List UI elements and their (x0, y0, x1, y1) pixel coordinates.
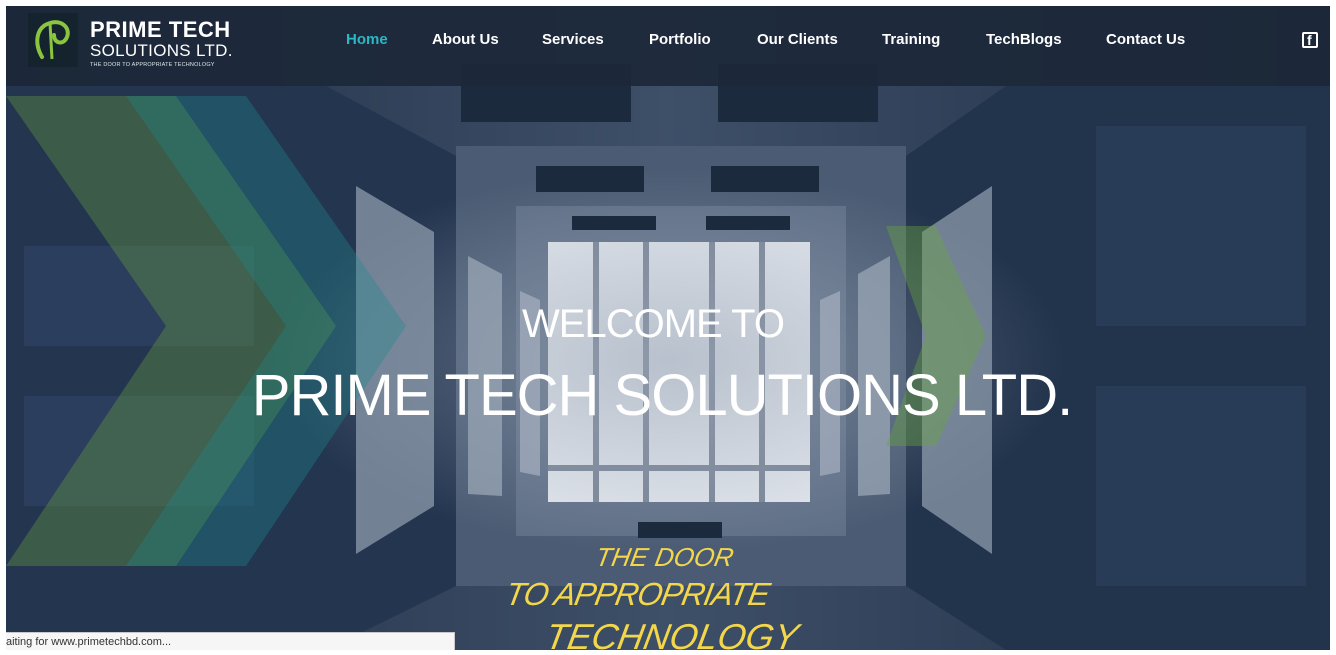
nav-item-portfolio[interactable]: Portfolio (649, 31, 711, 48)
nav-item-contact-us[interactable]: Contact Us (1106, 31, 1185, 48)
company-logo[interactable]: PRIME TECH SOLUTIONS LTD. THE DOOR TO AP… (28, 13, 238, 68)
logo-line2: SOLUTIONS LTD. (90, 41, 233, 60)
facebook-glyph: f (1307, 32, 1312, 48)
nav-item-services[interactable]: Services (542, 31, 604, 48)
nav-item-about-us[interactable]: About Us (432, 31, 499, 48)
hero-welcome-line2: PRIME TECH SOLUTIONS LTD. (251, 363, 1073, 428)
nav-item-techblogs[interactable]: TechBlogs (986, 31, 1062, 48)
logo-tagline: THE DOOR TO APPROPRIATE TECHNOLOGY (90, 62, 215, 68)
browser-status-bar: aiting for www.primetechbd.com... (6, 632, 455, 650)
nav-item-our-clients[interactable]: Our Clients (757, 31, 838, 48)
nav-item-home[interactable]: Home (346, 31, 388, 48)
page: PRIME TECH SOLUTIONS LTD. THE DOOR TO AP… (6, 6, 1330, 650)
logo-mark-icon (28, 13, 78, 67)
hero-tagline-line1: THE DOOR (593, 542, 736, 572)
hero-tagline-line2: TO APPROPRIATE (502, 576, 773, 612)
nav-item-training[interactable]: Training (882, 31, 940, 48)
hero-welcome-line1: WELCOME TO (522, 302, 785, 346)
facebook-icon[interactable]: f (1302, 32, 1318, 48)
hero-section: WELCOME TO PRIME TECH SOLUTIONS LTD. THE… (6, 6, 1330, 650)
top-navbar: PRIME TECH SOLUTIONS LTD. THE DOOR TO AP… (6, 6, 1330, 86)
hero-tagline-line3: TECHNOLOGY (542, 616, 802, 650)
logo-line1: PRIME TECH (90, 17, 231, 42)
